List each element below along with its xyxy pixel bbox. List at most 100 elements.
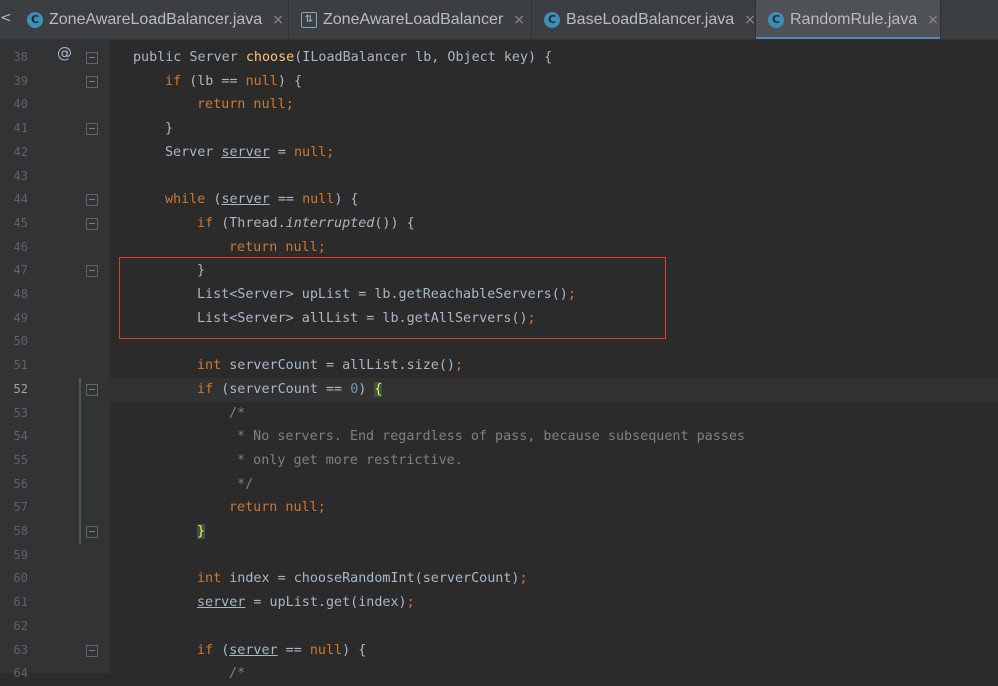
code-token: (serverCount == [221,381,351,397]
close-icon[interactable]: × [513,12,525,28]
line-number: 63 [13,642,28,657]
code-token: (lb == [189,73,246,89]
code-token: interrupted [285,215,375,231]
editor-tab-bar: < ZoneAwareLoadBalancer.java × ZoneAware… [0,0,998,40]
code-token: /* [229,405,246,421]
code-text: /* [229,402,245,426]
line-number: 52 [13,381,28,396]
code-line[interactable]: 64 /* [0,662,998,686]
code-token: int [197,571,230,587]
code-token: null [245,73,278,89]
code-token: if [197,642,222,658]
code-line[interactable]: 43 [0,165,998,189]
close-icon[interactable]: × [744,12,756,28]
fold-marker-icon[interactable] [86,123,98,136]
line-number: 43 [13,168,28,183]
code-token: server [221,144,270,160]
code-token: server [221,192,270,208]
line-number: 55 [13,452,28,467]
code-text: while (server == null) { [165,188,359,212]
code-line[interactable]: 46 return null; [0,236,998,260]
close-icon[interactable]: × [272,12,284,28]
highlight-annotation-box [119,257,666,339]
code-line[interactable]: 51 int serverCount = allList.size(); [0,354,998,378]
code-token: (Thread. [221,215,286,231]
code-line[interactable]: 38 public Server choose(ILoadBalancer lb,… [0,46,998,70]
code-line[interactable]: 60 int index = chooseRandomInt(serverCoun… [0,567,998,591]
code-line[interactable]: 40 return null; [0,93,998,117]
fold-marker-icon[interactable] [86,265,98,278]
code-text: * only get more restrictive. [229,449,463,473]
fold-marker-icon[interactable] [86,194,98,207]
code-line[interactable]: 52 if (serverCount == 0) { [0,378,998,402]
code-line[interactable]: 57 return null; [0,496,998,520]
code-token: Server [189,50,246,65]
fold-marker-icon[interactable] [86,644,98,657]
fold-marker-icon[interactable] [86,217,98,230]
code-line[interactable]: 59 [0,544,998,568]
code-token: ; [317,500,326,516]
code-line[interactable]: 63 if (server == null) { [0,639,998,663]
fold-marker-icon[interactable] [86,52,98,64]
code-text: public Server choose(ILoadBalancer lb, O… [133,46,552,70]
line-number: 49 [13,310,28,325]
code-token: server [229,642,278,658]
code-line[interactable]: 62 [0,615,998,639]
code-token: ; [406,595,415,611]
code-line[interactable]: 61 server = upList.get(index); [0,591,998,615]
code-line[interactable]: 58} [0,520,998,544]
code-line[interactable]: 54 * No servers. End regardless of pass,… [0,425,998,449]
line-number: 45 [13,215,28,230]
code-line[interactable]: 39 if (lb == null) { [0,70,998,94]
code-line[interactable]: 56 */ [0,473,998,497]
code-token: ; [317,239,326,255]
code-token: server [197,595,246,611]
line-number: 39 [13,73,28,88]
tab-zoneawareloadbalancer-java[interactable]: ZoneAwareLoadBalancer.java × [15,0,289,39]
fold-marker-icon[interactable] [86,526,98,538]
line-number: 38 [13,50,28,64]
code-token: * No servers. End regardless of pass, be… [229,429,745,445]
code-line[interactable]: 44 while (server == null) { [0,188,998,212]
code-token: } [165,121,174,137]
code-editor[interactable]: @ 38 public Server choose(ILoadBalancer l… [0,40,998,681]
code-line[interactable]: 41} [0,117,998,141]
fold-marker-icon[interactable] [86,383,98,396]
code-line[interactable]: 45 if (Thread.interrupted()) { [0,212,998,236]
code-line[interactable]: 53 /* [0,402,998,426]
tab-zoneawareloadbalancer-hierarchy[interactable]: ZoneAwareLoadBalancer × [289,0,532,39]
code-line[interactable]: 42 Server server = null; [0,141,998,165]
line-number: 64 [13,666,28,681]
class-icon [27,12,43,28]
line-number: 42 [13,144,28,159]
code-token: if [197,215,222,231]
line-number: 61 [13,595,28,610]
code-token: if [197,381,222,397]
close-icon[interactable]: × [927,12,939,28]
code-token: null [302,192,335,208]
code-token: ()) { [374,215,415,231]
code-token: == [277,642,310,658]
code-line[interactable]: 55 * only get more restrictive. [0,449,998,473]
hierarchy-icon [301,12,317,28]
code-token: return null [229,500,318,516]
code-token: null [309,642,343,658]
code-token: ) { [334,192,359,208]
code-text: if (serverCount == 0) { [197,378,383,402]
code-text: } [197,520,206,544]
code-token: == [269,192,303,208]
code-token: } [197,524,206,539]
tab-label: BaseLoadBalancer.java [566,11,735,28]
tab-scroll-left-icon[interactable]: < [0,10,12,26]
line-number: 62 [13,618,28,633]
line-number: 40 [13,97,28,112]
fold-marker-icon[interactable] [86,75,98,88]
code-token: ) { [277,73,303,89]
line-number: 46 [13,239,28,254]
class-icon [768,12,784,28]
code-text: } [165,117,173,141]
tab-baseloadbalancer-java[interactable]: BaseLoadBalancer.java × [532,0,756,39]
code-text: int serverCount = allList.size(); [197,354,463,378]
tab-randomrule-java[interactable]: RandomRule.java × [756,0,941,39]
tab-label: ZoneAwareLoadBalancer [323,11,504,28]
